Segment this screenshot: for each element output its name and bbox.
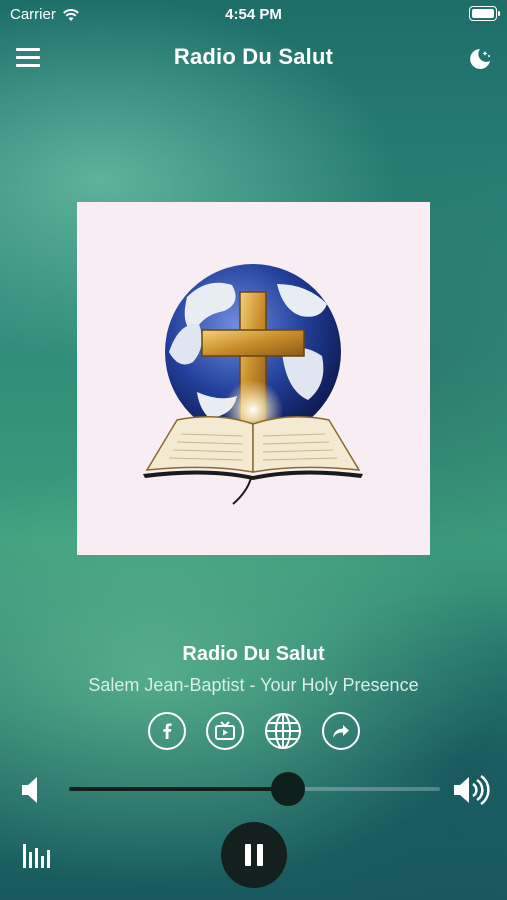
status-time: 4:54 PM [225,6,282,23]
pause-icon [245,844,251,866]
battery-icon [469,6,500,21]
moon-stars-icon[interactable] [467,46,493,72]
share-button[interactable] [322,712,360,750]
volume-slider[interactable] [69,772,440,806]
pause-icon-bar [257,844,263,866]
station-name: Radio Du Salut [182,643,325,665]
website-button[interactable] [264,712,302,750]
equalizer-icon [23,844,50,868]
navigation-bar: Radio Du Salut [0,40,507,80]
volume-mute-button[interactable] [16,770,56,810]
volume-thumb[interactable] [270,772,305,806]
volume-max-button[interactable] [452,770,492,810]
speaker-low-icon [22,777,37,803]
volume-fill [69,787,288,791]
tv-icon [215,721,235,740]
speaker-high-icon [454,774,490,806]
track-title: Salem Jean-Baptist - Your Holy Presence [88,675,419,695]
facebook-icon [163,723,172,739]
globe-cross-bible-logo [143,264,363,505]
play-pause-button[interactable] [221,822,287,888]
page-title: Radio Du Salut [173,44,334,69]
equalizer-button[interactable] [22,838,50,868]
tv-button[interactable] [206,712,244,750]
status-bar: Carrier 4:54 PM [0,0,507,28]
facebook-button[interactable] [148,712,186,750]
globe-icon [265,713,301,749]
album-artwork [77,202,430,555]
share-icon [333,725,349,738]
